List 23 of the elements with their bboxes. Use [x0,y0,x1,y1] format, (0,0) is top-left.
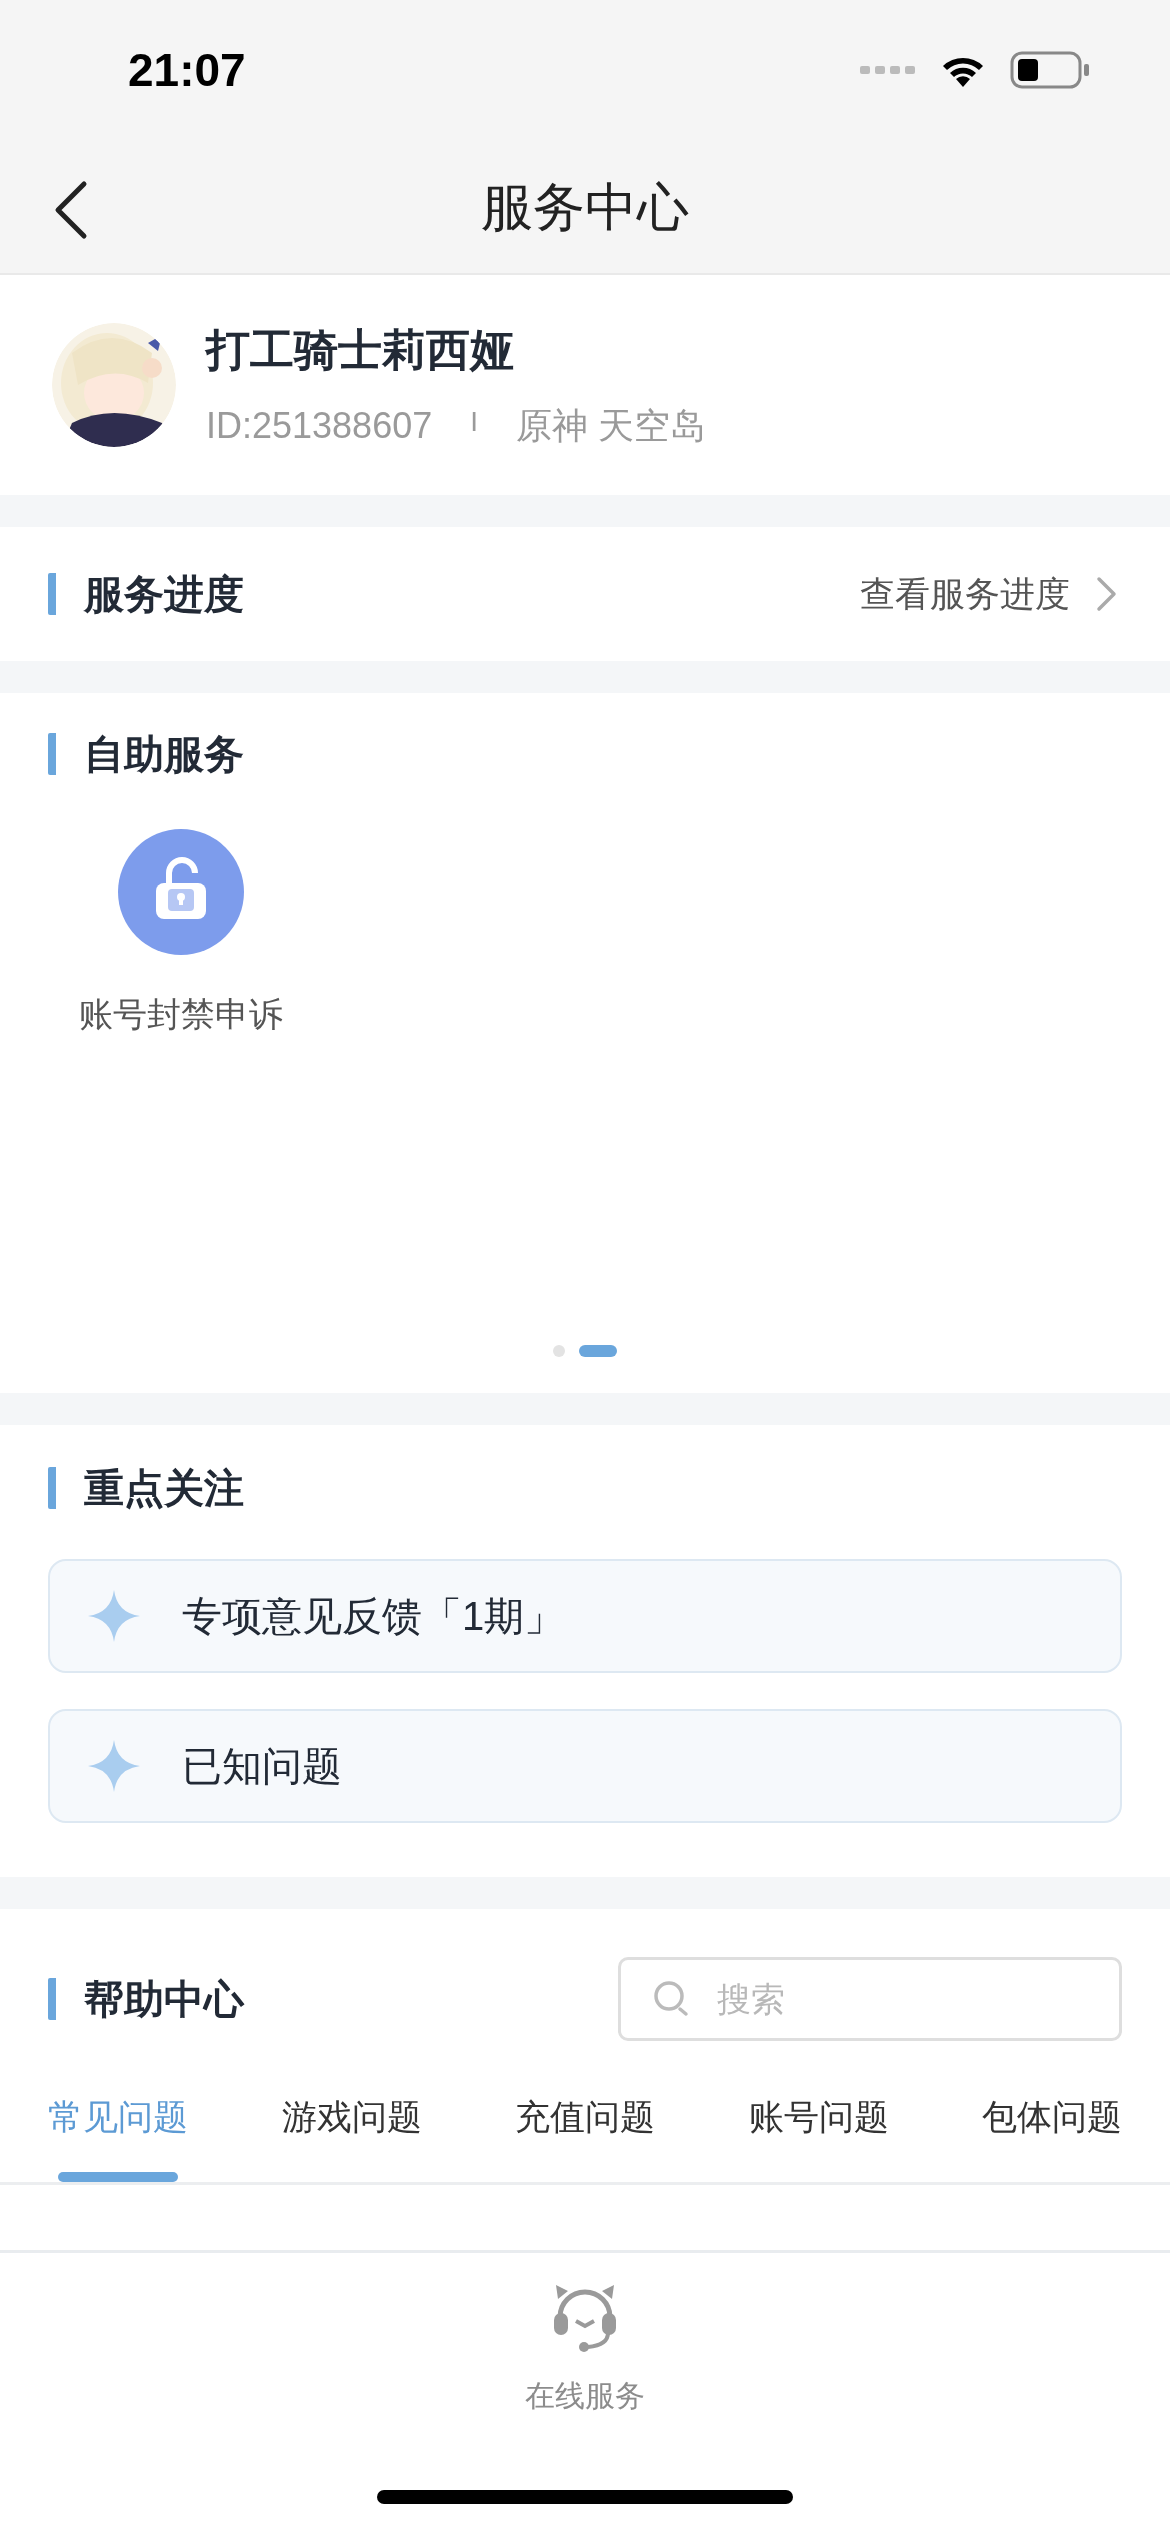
section-heading: 帮助中心 [48,1978,244,2020]
section-heading: 服务进度 [48,573,244,615]
user-id: ID:251388607 [206,404,433,448]
focus-card[interactable]: 专项意见反馈「1期」 [48,1559,1122,1673]
section-heading: 重点关注 [48,1467,244,1509]
signal-icon [860,64,916,76]
view-progress-link[interactable]: 查看服务进度 [860,567,1118,621]
user-name: 打工骑士莉西娅 [206,324,515,376]
category-tab[interactable]: 充值问题 [515,2091,655,2182]
battery-icon [1010,51,1090,89]
self-service-item[interactable]: 账号封禁申诉 [36,829,326,1040]
unlock-icon [118,829,244,955]
page-title: 服务中心 [481,176,689,238]
section-heading: 自助服务 [48,733,244,775]
category-tab[interactable]: 游戏问题 [281,2091,422,2182]
category-tab[interactable]: 账号问题 [748,2091,889,2182]
status-time: 21:07 [128,42,246,98]
chevron-right-icon [1096,576,1118,612]
search-field[interactable]: 搜索 [618,1957,1122,2041]
separator: I [470,405,478,439]
category-tab[interactable]: 包体问题 [982,2091,1122,2182]
focus-card[interactable]: 已知问题 [48,1709,1122,1823]
server-name: 原神 天空岛 [516,404,706,448]
